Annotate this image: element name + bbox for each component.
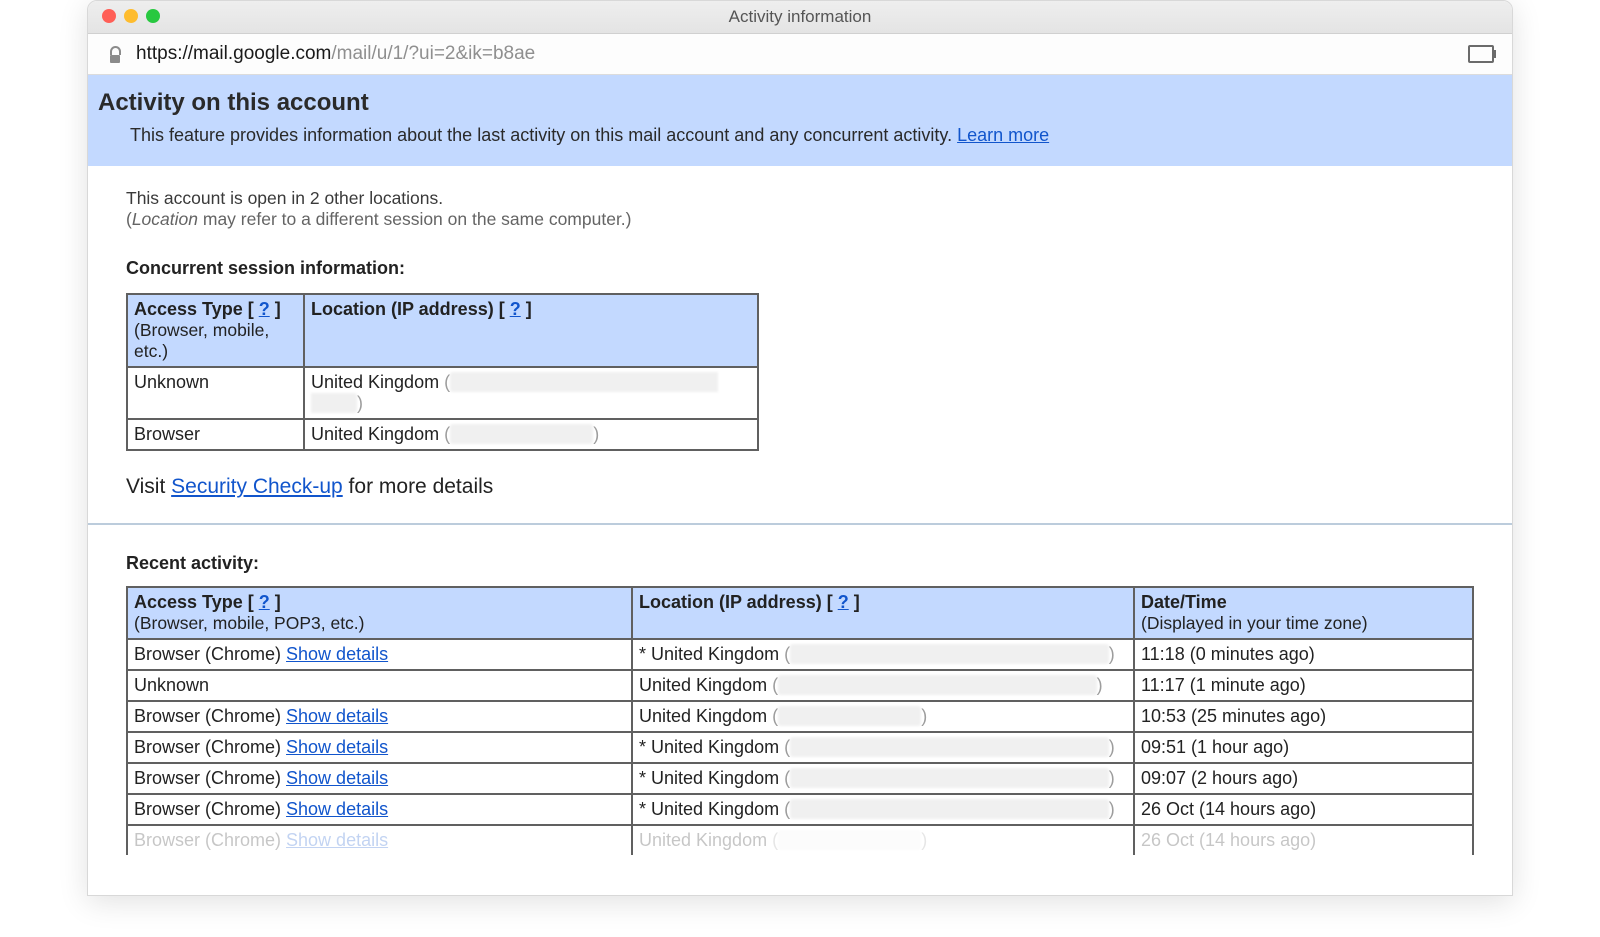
titlebar: Activity information	[88, 1, 1512, 34]
cell-date-time: 09:51 (1 hour ago)	[1134, 732, 1473, 763]
table-row: Browser (Chrome) Show details* United Ki…	[127, 763, 1473, 794]
learn-more-link[interactable]: Learn more	[957, 125, 1049, 145]
cell-access-type: Browser (Chrome) Show details	[127, 732, 632, 763]
show-details-link[interactable]: Show details	[286, 706, 388, 726]
table-row: Browser (Chrome) Show details* United Ki…	[127, 794, 1473, 825]
cell-access-type: Browser (Chrome) Show details	[127, 701, 632, 732]
cell-access-type: Browser (Chrome) Show details	[127, 639, 632, 670]
cell-location: United Kingdom (00 . 00 . 000 . 00)	[632, 825, 1134, 855]
th-access-type: Access Type [ ? ] (Browser, mobile, etc.…	[127, 294, 304, 367]
concurrent-sessions-table: Access Type [ ? ] (Browser, mobile, etc.…	[126, 293, 759, 451]
table-row: UnknownUnited Kingdom ((000) 000" -000-0…	[127, 367, 758, 419]
location-help-link[interactable]: ?	[510, 299, 521, 319]
access-type-help-link[interactable]: ?	[259, 592, 270, 612]
recent-title: Recent activity:	[126, 553, 1474, 574]
th-location: Location (IP address) [ ? ]	[304, 294, 758, 367]
location-help-link[interactable]: ?	[838, 592, 849, 612]
responsive-icon[interactable]	[1468, 45, 1494, 63]
cell-access-type: Browser (Chrome) Show details	[127, 763, 632, 794]
cell-access-type: Unknown	[127, 670, 632, 701]
open-locations-text: This account is open in 2 other location…	[126, 188, 1474, 230]
banner: Activity on this account This feature pr…	[88, 75, 1512, 166]
cell-location: * United Kingdom ((000) 000" -000-0 0-00…	[632, 639, 1134, 670]
divider	[88, 523, 1512, 525]
url[interactable]: https://mail.google.com/mail/u/1/?ui=2&i…	[136, 43, 535, 65]
cell-access-type: Browser	[127, 419, 304, 450]
window-title: Activity information	[729, 7, 872, 27]
window: Activity information https://mail.google…	[87, 0, 1513, 896]
recent-activity-table: Access Type [ ? ] (Browser, mobile, POP3…	[126, 586, 1474, 855]
url-domain: https://mail.google.com	[136, 43, 331, 64]
cell-location: * United Kingdom ((000) 000" -000-0 0-00…	[632, 732, 1134, 763]
cell-location: * United Kingdom ((000) 000" -000-0 0-00…	[632, 794, 1134, 825]
cell-access-type: Browser (Chrome) Show details	[127, 794, 632, 825]
cell-date-time: 26 Oct (14 hours ago)	[1134, 794, 1473, 825]
show-details-link[interactable]: Show details	[286, 830, 388, 850]
concurrent-title: Concurrent session information:	[126, 258, 1474, 279]
minimize-icon[interactable]	[124, 9, 138, 23]
table-row: Browser (Chrome) Show details* United Ki…	[127, 732, 1473, 763]
fade-overlay	[88, 855, 1512, 895]
th-location: Location (IP address) [ ? ]	[632, 587, 1134, 639]
close-icon[interactable]	[102, 9, 116, 23]
maximize-icon[interactable]	[146, 9, 160, 23]
show-details-link[interactable]: Show details	[286, 644, 388, 664]
security-checkup-line: Visit Security Check-up for more details	[126, 475, 1474, 499]
th-access-type: Access Type [ ? ] (Browser, mobile, POP3…	[127, 587, 632, 639]
lock-icon	[106, 45, 124, 63]
table-row: Browser (Chrome) Show detailsUnited King…	[127, 825, 1473, 855]
cell-location: United Kingdom ((000) 000" -000-0 0-00 -…	[304, 367, 758, 419]
table-header-row: Access Type [ ? ] (Browser, mobile, POP3…	[127, 587, 1473, 639]
th-date-time: Date/Time (Displayed in your time zone)	[1134, 587, 1473, 639]
cell-date-time: 26 Oct (14 hours ago)	[1134, 825, 1473, 855]
access-type-help-link[interactable]: ?	[259, 299, 270, 319]
cell-access-type: Unknown	[127, 367, 304, 419]
cell-location: United Kingdom ((000) 000" -000-0 0-00 -…	[632, 670, 1134, 701]
table-row: UnknownUnited Kingdom ((000) 000" -000-0…	[127, 670, 1473, 701]
banner-subtext: This feature provides information about …	[130, 125, 1502, 146]
cell-date-time: 09:07 (2 hours ago)	[1134, 763, 1473, 794]
table-header-row: Access Type [ ? ] (Browser, mobile, etc.…	[127, 294, 758, 367]
table-row: Browser (Chrome) Show details* United Ki…	[127, 639, 1473, 670]
cell-location: United Kingdom (00 . 00 . 000 . 00)	[632, 701, 1134, 732]
cell-date-time: 11:18 (0 minutes ago)	[1134, 639, 1473, 670]
security-checkup-link[interactable]: Security Check-up	[171, 475, 343, 498]
show-details-link[interactable]: Show details	[286, 768, 388, 788]
url-path: /mail/u/1/?ui=2&ik=b8ae	[331, 43, 535, 64]
cell-access-type: Browser (Chrome) Show details	[127, 825, 632, 855]
cell-date-time: 10:53 (25 minutes ago)	[1134, 701, 1473, 732]
table-row: Browser (Chrome) Show detailsUnited King…	[127, 701, 1473, 732]
cell-location: United Kingdom (00 . 00 . 000 . 00)	[304, 419, 758, 450]
address-bar: https://mail.google.com/mail/u/1/?ui=2&i…	[88, 34, 1512, 75]
cell-location: * United Kingdom ((000) 000" -000-0 0-00…	[632, 763, 1134, 794]
table-row: BrowserUnited Kingdom (00 . 00 . 000 . 0…	[127, 419, 758, 450]
window-controls	[102, 9, 160, 23]
cell-date-time: 11:17 (1 minute ago)	[1134, 670, 1473, 701]
show-details-link[interactable]: Show details	[286, 799, 388, 819]
page-title: Activity on this account	[98, 89, 1502, 117]
show-details-link[interactable]: Show details	[286, 737, 388, 757]
